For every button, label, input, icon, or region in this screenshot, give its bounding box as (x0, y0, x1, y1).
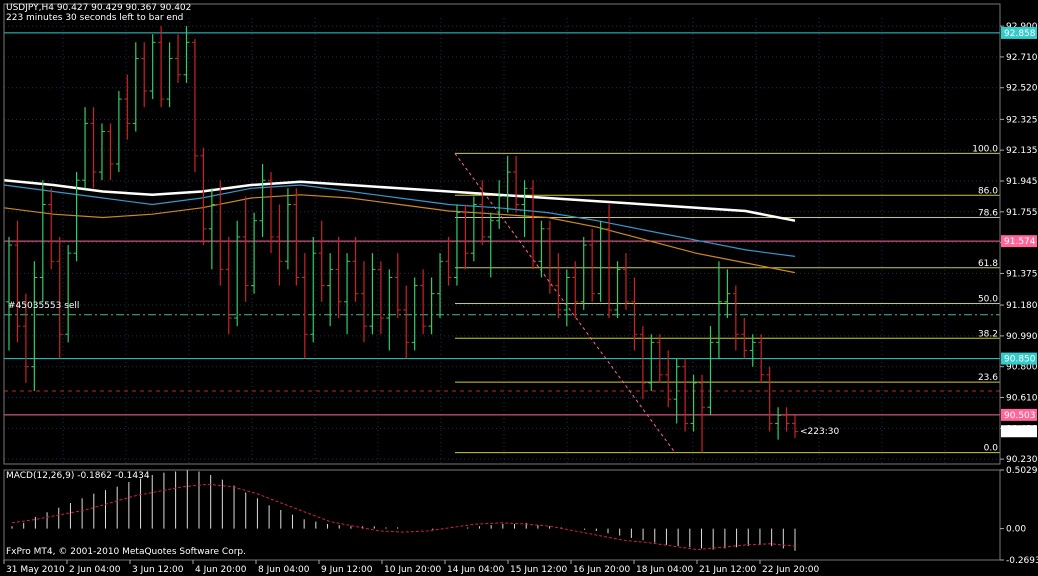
price-tick-label: 91.375 (1006, 269, 1038, 279)
price-marker-label: 90.850 (1004, 355, 1036, 365)
macd-title: MACD(12,26,9) -0.1862 -0.1434 (6, 471, 150, 481)
price-tick-label: 90.230 (1006, 455, 1038, 465)
fib-label: 86.0 (978, 186, 998, 196)
fib-label: 78.6 (978, 208, 998, 218)
fib-label: 23.6 (978, 373, 998, 383)
price-marker-label: 90.503 (1004, 411, 1036, 421)
price-tick-label: 92.135 (1006, 146, 1038, 156)
price-tick-label: 91.755 (1006, 208, 1038, 218)
time-tick-label: 2 Jun 04:00 (69, 565, 121, 575)
time-tick-label: 10 Jun 20:00 (384, 565, 441, 575)
copyright: FxPro MT4, © 2001-2010 MetaQuotes Softwa… (6, 547, 246, 557)
time-tick-label: 15 Jun 12:00 (510, 565, 567, 575)
time-tick-label: 8 Jun 04:00 (258, 565, 310, 575)
price-tick-label: 92.325 (1006, 115, 1038, 125)
chart-canvas: 100.0 86.0 78.6 61.8 50.0 38.2 23.6 0.0 <223:30… (0, 0, 1038, 576)
macd-tick-label: 0.00 (1006, 525, 1026, 535)
price-tick-label: 92.710 (1006, 53, 1038, 63)
price-marker-label: 91.574 (1004, 237, 1036, 247)
fib-label: 61.8 (978, 259, 998, 269)
price-tick-label: 91.180 (1006, 301, 1038, 311)
price-tick-label: 90.990 (1006, 332, 1038, 342)
price-tick-label: 90.610 (1006, 394, 1038, 404)
macd-tick-label: 0.5029 (1006, 466, 1038, 476)
time-tick-label: 22 Jun 20:00 (762, 565, 819, 575)
price-tick-label: 92.520 (1006, 84, 1038, 94)
order-label[interactable]: #45035553 sell (8, 301, 79, 311)
countdown-label: <223:30 (800, 427, 839, 437)
fib-label: 38.2 (978, 329, 998, 339)
time-tick-label: 9 Jun 12:00 (321, 565, 373, 575)
time-tick-label: 16 Jun 20:00 (573, 565, 630, 575)
price-tick-label: 91.945 (1006, 177, 1038, 187)
time-tick-label: 21 Jun 12:00 (699, 565, 756, 575)
time-tick-label: 4 Jun 20:00 (195, 565, 247, 575)
fib-label: 50.0 (978, 294, 998, 304)
time-tick-label: 31 May 2010 (6, 565, 65, 575)
price-axis: 92.90092.71092.52092.32592.13591.94591.7… (1000, 22, 1038, 465)
price-marker-label: 92.858 (1004, 29, 1036, 39)
time-tick-label: 18 Jun 04:00 (636, 565, 693, 575)
macd-tick-label: -0.2693 (1006, 556, 1038, 566)
time-tick-label: 3 Jun 12:00 (132, 565, 184, 575)
time-tick-label: 14 Jun 04:00 (447, 565, 504, 575)
fib-label: 0.0 (984, 444, 999, 454)
fib-label: 100.0 (972, 144, 998, 154)
price-marker-label: 90.402 (1004, 427, 1036, 437)
bar-timer: 223 minutes 30 seconds left to bar end (6, 13, 184, 23)
